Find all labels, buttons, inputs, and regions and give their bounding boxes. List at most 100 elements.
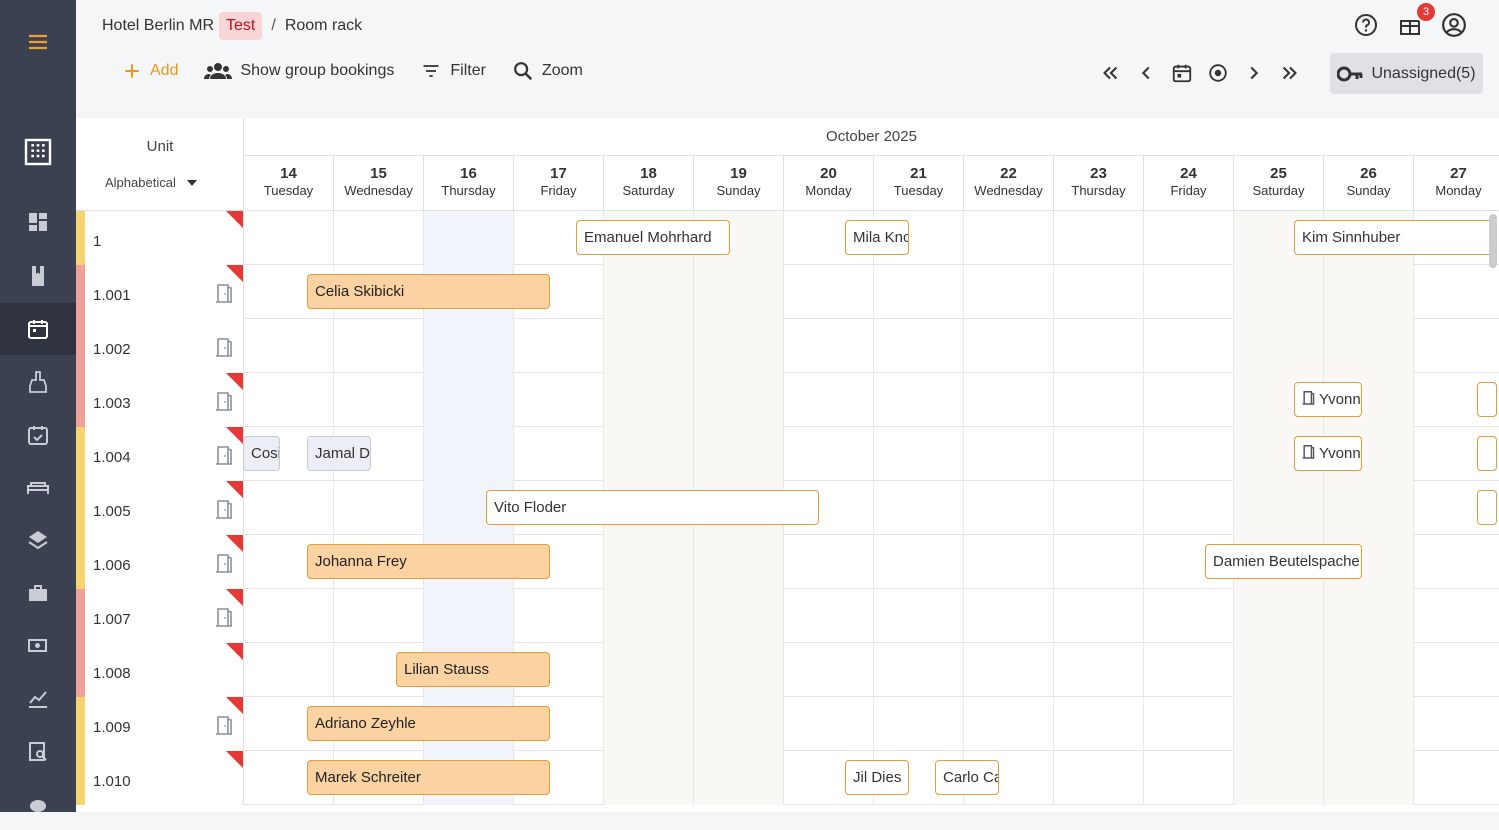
- day-cell[interactable]: [874, 643, 964, 697]
- booking-block[interactable]: Kim Sinnhuber: [1294, 220, 1494, 255]
- day-cell[interactable]: [874, 589, 964, 643]
- day-cell[interactable]: [964, 427, 1054, 481]
- day-cell[interactable]: [874, 697, 964, 751]
- show-group-bookings-button[interactable]: Show group bookings: [204, 61, 394, 81]
- day-cell[interactable]: [424, 589, 514, 643]
- unit-cell[interactable]: 1.002: [76, 319, 244, 373]
- add-button[interactable]: Add: [122, 61, 178, 81]
- unit-cell[interactable]: 1.007: [76, 589, 244, 643]
- day-cell[interactable]: [874, 319, 964, 373]
- day-cell[interactable]: [1324, 643, 1414, 697]
- day-cell[interactable]: [604, 265, 694, 319]
- calendar-picker-icon[interactable]: [1169, 60, 1195, 86]
- event-check-icon[interactable]: [0, 409, 76, 461]
- bed-icon[interactable]: [0, 462, 76, 514]
- unassigned-button[interactable]: Unassigned(5): [1330, 53, 1483, 94]
- day-cell[interactable]: [1144, 481, 1234, 535]
- day-cell[interactable]: [1414, 751, 1499, 805]
- booking-block[interactable]: Vito Floder: [486, 490, 819, 525]
- day-cell[interactable]: [604, 319, 694, 373]
- property-name[interactable]: Hotel Berlin MR: [102, 17, 214, 35]
- day-cell[interactable]: [964, 589, 1054, 643]
- day-cell[interactable]: [1054, 427, 1144, 481]
- day-cell[interactable]: [694, 697, 784, 751]
- unit-cell[interactable]: 1.008: [76, 643, 244, 697]
- day-cell[interactable]: [244, 211, 334, 265]
- day-cell[interactable]: [604, 751, 694, 805]
- day-cell[interactable]: [1234, 481, 1324, 535]
- day-cell[interactable]: [1234, 643, 1324, 697]
- unit-cell[interactable]: 1.009: [76, 697, 244, 751]
- day-cell[interactable]: [1054, 751, 1144, 805]
- booking-block[interactable]: Jil Dies: [845, 760, 909, 795]
- day-cell[interactable]: [964, 481, 1054, 535]
- payments-icon[interactable]: [0, 620, 76, 672]
- day-cell[interactable]: [874, 265, 964, 319]
- day-cell[interactable]: [1144, 751, 1234, 805]
- day-cell[interactable]: [1054, 589, 1144, 643]
- booking-block[interactable]: Adriano Zeyhle: [307, 706, 550, 741]
- day-cell[interactable]: [1324, 481, 1414, 535]
- day-cell[interactable]: [1414, 697, 1499, 751]
- menu-icon[interactable]: [0, 16, 76, 68]
- unit-cell[interactable]: 1.001: [76, 265, 244, 319]
- day-cell[interactable]: [514, 319, 604, 373]
- day-cell[interactable]: [1144, 697, 1234, 751]
- audit-icon[interactable]: [0, 725, 76, 777]
- account-icon[interactable]: [1439, 10, 1469, 40]
- booking-block[interactable]: Carlo Ca: [935, 760, 999, 795]
- book-icon[interactable]: [0, 250, 76, 302]
- day-cell[interactable]: [1324, 589, 1414, 643]
- booking-block[interactable]: Yvonn: [1294, 436, 1362, 471]
- day-cell[interactable]: [1414, 643, 1499, 697]
- booking-block[interactable]: Damien Beutelspache: [1205, 544, 1362, 579]
- property-icon[interactable]: [0, 124, 76, 180]
- booking-block[interactable]: Cosi: [243, 436, 280, 471]
- day-cell[interactable]: [694, 319, 784, 373]
- day-cell[interactable]: [964, 211, 1054, 265]
- day-cell[interactable]: [244, 319, 334, 373]
- day-cell[interactable]: [514, 589, 604, 643]
- day-cell[interactable]: [1234, 697, 1324, 751]
- filter-button[interactable]: Filter: [420, 61, 486, 81]
- booking-block[interactable]: [1477, 490, 1497, 525]
- layers-icon[interactable]: [0, 514, 76, 566]
- day-cell[interactable]: [604, 697, 694, 751]
- day-cell[interactable]: [244, 589, 334, 643]
- day-cell[interactable]: [424, 427, 514, 481]
- day-cell[interactable]: [784, 427, 874, 481]
- day-cell[interactable]: [1414, 319, 1499, 373]
- day-cell[interactable]: [334, 481, 424, 535]
- booking-block[interactable]: Mila Knc: [845, 220, 909, 255]
- day-cell[interactable]: [334, 589, 424, 643]
- day-cell[interactable]: [1144, 211, 1234, 265]
- day-cell[interactable]: [1234, 319, 1324, 373]
- day-cell[interactable]: [784, 589, 874, 643]
- day-cell[interactable]: [694, 373, 784, 427]
- help-icon[interactable]: [1351, 10, 1381, 40]
- reports-chart-icon[interactable]: [0, 673, 76, 725]
- unit-cell[interactable]: 1.005: [76, 481, 244, 535]
- day-cell[interactable]: [604, 643, 694, 697]
- chevron-left-icon[interactable]: [1133, 60, 1159, 86]
- booking-block[interactable]: Jamal D: [307, 436, 371, 471]
- day-cell[interactable]: [334, 319, 424, 373]
- day-cell[interactable]: [784, 535, 874, 589]
- day-cell[interactable]: [964, 265, 1054, 319]
- day-cell[interactable]: [244, 373, 334, 427]
- booking-block[interactable]: Marek Schreiter: [307, 760, 550, 795]
- housekeeping-icon[interactable]: [0, 356, 76, 408]
- booking-block[interactable]: Lilian Stauss: [396, 652, 550, 687]
- day-cell[interactable]: [784, 265, 874, 319]
- day-cell[interactable]: [784, 373, 874, 427]
- chevron-right-icon[interactable]: [1241, 60, 1267, 86]
- day-cell[interactable]: [694, 427, 784, 481]
- day-cell[interactable]: [784, 643, 874, 697]
- unit-cell[interactable]: 1.004: [76, 427, 244, 481]
- day-cell[interactable]: [1144, 319, 1234, 373]
- day-cell[interactable]: [604, 589, 694, 643]
- day-cell[interactable]: [694, 751, 784, 805]
- day-cell[interactable]: [514, 427, 604, 481]
- day-cell[interactable]: [874, 481, 964, 535]
- day-cell[interactable]: [244, 481, 334, 535]
